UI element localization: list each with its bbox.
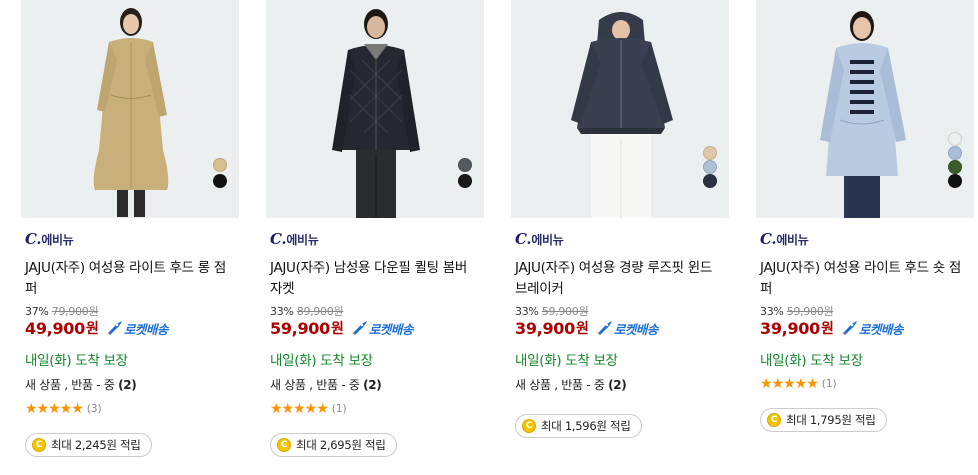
price-row: 39,900 원 로켓배송 [760, 318, 903, 338]
rating[interactable]: ★★★★★ (1) [270, 402, 347, 416]
rating[interactable]: ★★★★★ (3) [25, 402, 102, 416]
brand-logo: C.에비뉴 [25, 230, 74, 248]
color-swatch[interactable] [948, 174, 962, 188]
sale-price: 39,900 [515, 318, 575, 338]
reward-badge: C 최대 1,795원 적립 [760, 408, 887, 432]
discount-rate: 37% [25, 305, 49, 318]
star-rating-icon: ★★★★★ [760, 376, 819, 392]
rocket-icon [106, 321, 122, 335]
rocket-delivery-badge: 로켓배송 [595, 319, 658, 338]
model-photo-quilted-bomber [266, 0, 484, 218]
sale-price: 39,900 [760, 318, 820, 338]
arrival-guarantee: 내일(화) 도착 보장 [760, 353, 863, 369]
price-row: 49,900 원 로켓배송 [25, 318, 168, 338]
color-swatch[interactable] [703, 174, 717, 188]
product-image[interactable] [756, 0, 974, 218]
product-image[interactable] [266, 0, 484, 218]
review-note: 새 상품 , 반품 - 중 (2) [515, 378, 627, 392]
price-row: 39,900 원 로켓배송 [515, 318, 658, 338]
price-unit: 원 [820, 321, 834, 337]
original-price: 59,900원 [541, 305, 589, 318]
rating[interactable]: ★★★★★ (1) [760, 377, 837, 391]
reward-badge: C 최대 2,695원 적립 [270, 433, 397, 457]
product-image[interactable] [511, 0, 729, 218]
brand-logo: C.에비뉴 [515, 230, 564, 248]
review-count: (1) [821, 378, 837, 390]
coin-icon: C [277, 438, 291, 452]
coin-icon: C [32, 438, 46, 452]
product-card-1[interactable]: C.에비뉴 JAJU(자주) 여성용 라이트 후드 롱 점퍼 37% 79,90… [21, 0, 239, 475]
product-image[interactable] [21, 0, 239, 218]
product-card-2[interactable]: C.에비뉴 JAJU(자주) 남성용 다운필 퀼팅 봄버 자켓 33% 89,9… [266, 0, 484, 475]
c-avenue-logo-icon: C. [25, 230, 42, 248]
product-title[interactable]: JAJU(자주) 여성용 라이트 후드 숏 점퍼 [760, 258, 970, 300]
product-title[interactable]: JAJU(자주) 남성용 다운필 퀼팅 봄버 자켓 [270, 258, 480, 300]
color-swatch[interactable] [703, 160, 717, 174]
rocket-delivery-badge: 로켓배송 [350, 319, 413, 338]
review-note: 새 상품 , 반품 - 중 (2) [270, 378, 382, 392]
arrival-guarantee: 내일(화) 도착 보장 [515, 353, 618, 369]
product-card-3[interactable]: C.에비뉴 JAJU(자주) 여성용 경량 루즈핏 윈드 브레이커 33% 59… [511, 0, 729, 475]
color-swatch[interactable] [948, 160, 962, 174]
color-swatch[interactable] [213, 158, 227, 172]
review-note: 새 상품 , 반품 - 중 (2) [25, 378, 137, 392]
rocket-icon [841, 321, 857, 335]
color-swatch[interactable] [458, 174, 472, 188]
discount-row: 33% 59,900원 [760, 303, 834, 319]
color-swatch[interactable] [948, 132, 962, 146]
c-avenue-logo-icon: C. [270, 230, 287, 248]
rocket-delivery-badge: 로켓배송 [105, 319, 168, 338]
discount-rate: 33% [515, 305, 539, 318]
star-rating-icon: ★★★★★ [25, 401, 84, 417]
review-count: (3) [86, 403, 102, 415]
product-title[interactable]: JAJU(자주) 여성용 라이트 후드 롱 점퍼 [25, 258, 235, 300]
color-swatch[interactable] [458, 158, 472, 172]
discount-rate: 33% [270, 305, 294, 318]
discount-row: 37% 79,900원 [25, 303, 99, 319]
original-price: 89,900원 [296, 305, 344, 318]
product-title[interactable]: JAJU(자주) 여성용 경량 루즈핏 윈드 브레이커 [515, 258, 725, 300]
price-unit: 원 [575, 321, 589, 337]
price-unit: 원 [330, 321, 344, 337]
color-swatch[interactable] [213, 174, 227, 188]
sale-price: 59,900 [270, 318, 330, 338]
star-rating-icon: ★★★★★ [270, 401, 329, 417]
color-swatch[interactable] [948, 146, 962, 160]
price-unit: 원 [85, 321, 99, 337]
discount-row: 33% 89,900원 [270, 303, 344, 319]
reward-badge: C 최대 1,596원 적립 [515, 414, 642, 438]
discount-rate: 33% [760, 305, 784, 318]
price-row: 59,900 원 로켓배송 [270, 318, 413, 338]
original-price: 79,900원 [51, 305, 99, 318]
color-swatch[interactable] [703, 146, 717, 160]
rocket-delivery-badge: 로켓배송 [840, 319, 903, 338]
rocket-icon [596, 321, 612, 335]
model-photo-long-trench [21, 0, 239, 218]
reward-badge: C 최대 2,245원 적립 [25, 433, 152, 457]
brand-logo: C.에비뉴 [760, 230, 809, 248]
sale-price: 49,900 [25, 318, 85, 338]
original-price: 59,900원 [786, 305, 834, 318]
coin-icon: C [767, 413, 781, 427]
arrival-guarantee: 내일(화) 도착 보장 [25, 353, 128, 369]
c-avenue-logo-icon: C. [515, 230, 532, 248]
discount-row: 33% 59,900원 [515, 303, 589, 319]
coin-icon: C [522, 419, 536, 433]
product-card-4[interactable]: C.에비뉴 JAJU(자주) 여성용 라이트 후드 숏 점퍼 33% 59,90… [756, 0, 974, 475]
model-photo-windbreaker [511, 0, 729, 218]
brand-logo: C.에비뉴 [270, 230, 319, 248]
review-count: (1) [331, 403, 347, 415]
rocket-icon [351, 321, 367, 335]
arrival-guarantee: 내일(화) 도착 보장 [270, 353, 373, 369]
model-photo-short-jumper [756, 0, 974, 218]
c-avenue-logo-icon: C. [760, 230, 777, 248]
